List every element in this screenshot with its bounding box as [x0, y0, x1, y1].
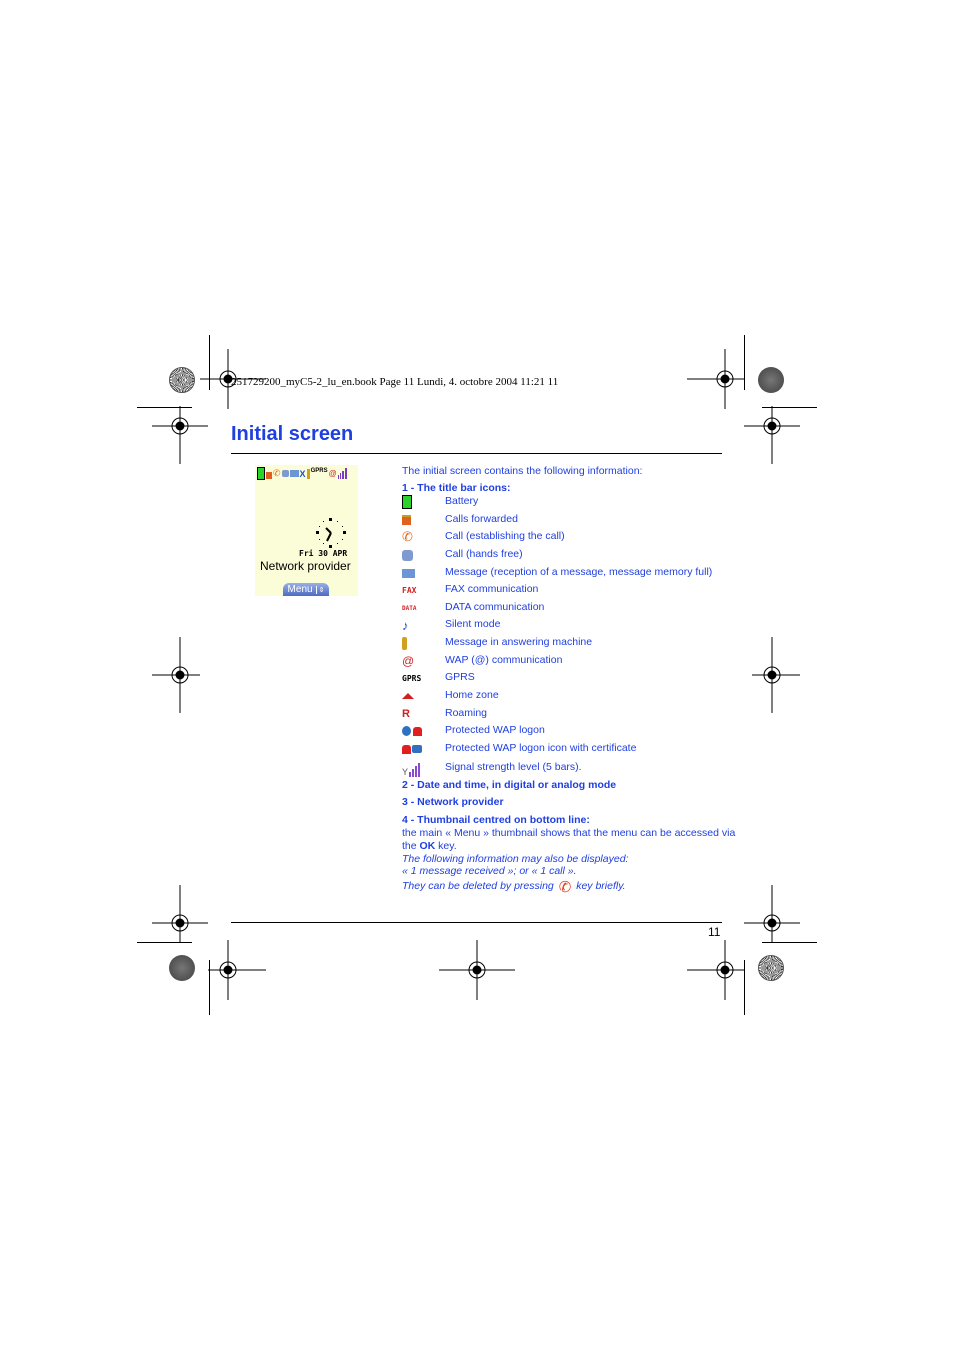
- wap-icon: @: [402, 654, 415, 668]
- protected-wap-icon: [402, 724, 422, 738]
- signal-strength-icon: Y: [402, 761, 422, 777]
- battery-icon: [257, 467, 265, 480]
- icon-label: FAX communication: [445, 583, 539, 595]
- icon-legend-item: Call (hands free): [402, 548, 727, 564]
- section-3-heading: 3 - Network provider: [402, 796, 504, 808]
- fax-icon: FAX: [402, 585, 417, 595]
- icon-label: WAP (@) communication: [445, 654, 563, 666]
- hands-free-icon: [281, 470, 289, 477]
- roaming-icon: R: [402, 708, 410, 720]
- end-call-key-icon: ✆: [558, 879, 572, 896]
- icon-legend-item: Y Signal strength level (5 bars).: [402, 761, 727, 777]
- icon-legend-item: Calls forwarded: [402, 513, 727, 529]
- calls-forwarded-icon: [266, 471, 272, 479]
- icon-label: Signal strength level (5 bars).: [445, 761, 582, 773]
- section-4-text: the main « Menu » thumbnail shows that t…: [402, 827, 736, 839]
- registration-mark: [152, 637, 200, 713]
- calls-forwarded-icon: [402, 515, 411, 525]
- icon-label: Call (establishing the call): [445, 530, 565, 542]
- wap-icon: @: [328, 469, 337, 478]
- page-title: Initial screen: [231, 423, 354, 445]
- message-icon: [289, 470, 299, 477]
- icon-legend-item: DATA DATA communication: [402, 601, 727, 617]
- phone-date: Fri 30 APR: [299, 549, 348, 558]
- registration-mark: [687, 940, 745, 1000]
- section-4-heading: 4 - Thumbnail centred on bottom line:: [402, 814, 590, 826]
- registration-mark: [439, 940, 515, 1000]
- icon-legend-item: Battery: [402, 495, 727, 511]
- phone-status-bar: ✆ X GPRS @: [255, 465, 358, 482]
- data-icon: DATA: [402, 604, 417, 612]
- registration-mark: [687, 349, 745, 409]
- icon-label: Protected WAP logon icon with certificat…: [445, 742, 637, 754]
- protected-wap-certificate-icon: [402, 742, 422, 756]
- icon-label: Calls forwarded: [445, 513, 518, 525]
- icon-legend-item: Message in answering machine: [402, 636, 727, 652]
- home-zone-icon: [402, 693, 414, 699]
- phone-screen-illustration: ✆ X GPRS @ Fri 30 APR Network provider M…: [255, 465, 358, 596]
- signal-icon: [337, 468, 347, 479]
- message-icon: [402, 568, 415, 578]
- text: key briefly.: [576, 880, 626, 892]
- icon-label: Call (hands free): [445, 548, 523, 560]
- gprs-icon: GPRS: [402, 673, 422, 683]
- battery-icon: [402, 495, 412, 509]
- answering-machine-icon: [306, 468, 310, 479]
- registration-mark: [744, 406, 800, 464]
- icon-legend-item: Message (reception of a message, message…: [402, 566, 727, 582]
- section-4-text-ok: the OK key.: [402, 840, 457, 852]
- icon-legend-item: R Roaming: [402, 707, 727, 723]
- icon-label: Silent mode: [445, 618, 501, 630]
- call-establishing-icon: ✆: [402, 529, 413, 544]
- print-header-note: 251729200_myC5-2_lu_en.book Page 11 Lund…: [231, 376, 559, 388]
- icon-legend-item: ✆ Call (establishing the call): [402, 529, 727, 546]
- italic-note-key: They can be deleted by pressing ✆ key br…: [402, 878, 626, 896]
- section-2-heading: 2 - Date and time, in digital or analog …: [402, 779, 617, 791]
- up-down-arrows-icon: ⇕: [315, 585, 324, 594]
- text: They can be deleted by pressing: [402, 880, 554, 892]
- intro-text: The initial screen contains the followin…: [402, 465, 643, 477]
- registration-mark: [152, 406, 208, 464]
- icon-label: Battery: [445, 495, 479, 507]
- icon-legend-item: @ WAP (@) communication: [402, 654, 727, 670]
- phone-menu-thumbnail: Menu ⇕: [283, 583, 329, 596]
- registration-mark: [744, 885, 800, 943]
- icon-label: Message (reception of a message, message…: [445, 566, 713, 578]
- title-rule: [231, 453, 722, 454]
- section-1-heading: 1 - The title bar icons:: [402, 482, 511, 494]
- italic-note: « 1 message received »; or « 1 call ».: [402, 865, 577, 877]
- icon-label: GPRS: [445, 671, 475, 683]
- registration-mark: [152, 885, 208, 943]
- registration-mark: [752, 637, 800, 713]
- answering-machine-icon: [402, 636, 407, 650]
- icon-label: Message in answering machine: [445, 636, 593, 648]
- registration-mark: [208, 940, 266, 1000]
- text: the: [402, 840, 420, 852]
- icon-legend-item: Home zone: [402, 689, 727, 705]
- ok-key-label: OK: [419, 840, 436, 852]
- hands-free-icon: [402, 549, 413, 561]
- icon-legend-item: GPRS GPRS: [402, 671, 727, 687]
- footer-rule: [231, 922, 722, 923]
- icon-legend-item: Protected WAP logon icon with certificat…: [402, 742, 727, 758]
- italic-note: The following information may also be di…: [402, 853, 629, 865]
- icon-label: Roaming: [445, 707, 488, 719]
- phone-network-provider: Network provider: [260, 559, 351, 573]
- phone-menu-label: Menu: [287, 584, 313, 595]
- page-number: 11: [708, 925, 721, 939]
- icon-label: Protected WAP logon: [445, 724, 545, 736]
- icon-legend-item: ♪ Silent mode: [402, 618, 727, 634]
- icon-legend-item: Protected WAP logon: [402, 724, 727, 740]
- icon-label: Home zone: [445, 689, 499, 701]
- call-establishing-icon: ✆: [273, 468, 281, 478]
- analog-clock-icon: [316, 518, 346, 548]
- text: key.: [435, 840, 457, 852]
- icon-label: DATA communication: [445, 601, 545, 613]
- silent-mode-icon: ♪: [402, 617, 409, 633]
- silent-icon: X: [299, 468, 306, 479]
- gprs-icon: GPRS: [310, 467, 328, 474]
- icon-legend-item: FAX FAX communication: [402, 583, 727, 599]
